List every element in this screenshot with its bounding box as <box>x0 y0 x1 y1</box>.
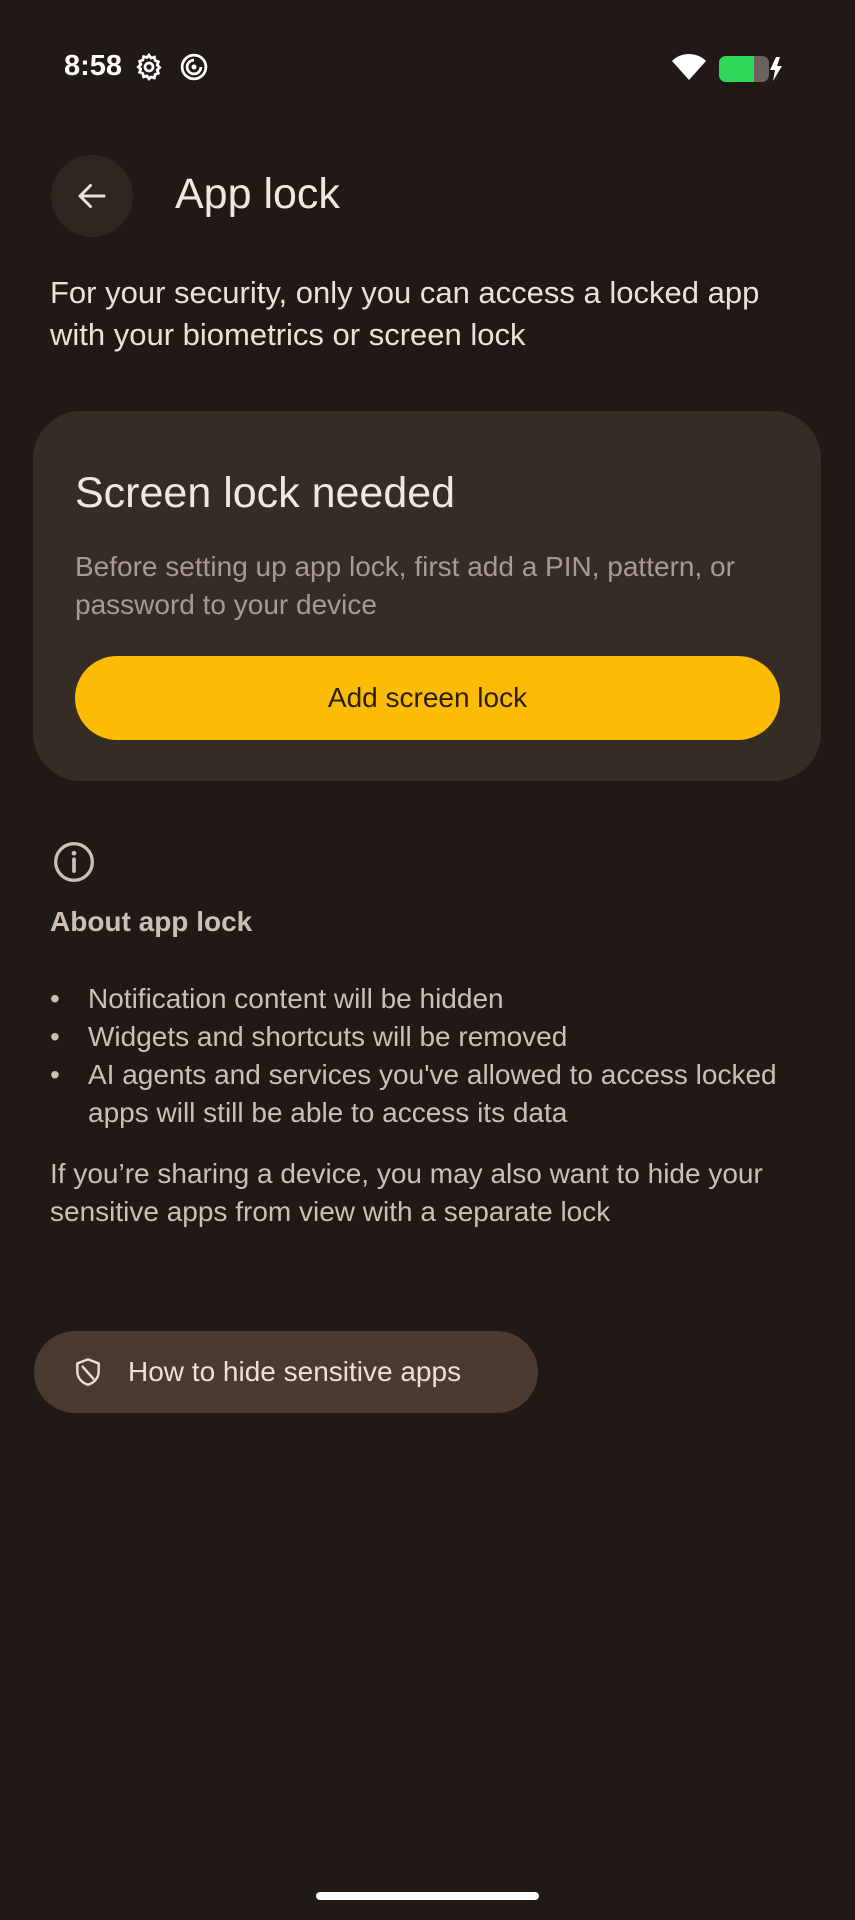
list-item: • Widgets and shortcuts will be removed <box>50 1018 810 1056</box>
sharing-note: If you’re sharing a device, you may also… <box>50 1158 763 1227</box>
list-item-text: AI agents and services you've allowed to… <box>88 1059 777 1128</box>
about-bullet-list: • Notification content will be hidden • … <box>50 980 810 1132</box>
intro-text: For your security, only you can access a… <box>50 275 760 352</box>
bullet-dot: • <box>50 1059 60 1090</box>
wifi-icon <box>670 52 708 87</box>
sync-icon <box>179 52 209 87</box>
battery-charging-icon <box>718 54 784 89</box>
bullet-dot: • <box>50 983 60 1014</box>
status-time: 8:58 <box>64 50 123 82</box>
hide-sensitive-apps-label: How to hide sensitive apps <box>128 1356 462 1387</box>
add-screen-lock-button[interactable]: Add screen lock <box>75 656 780 740</box>
bullet-dot: • <box>50 1021 60 1052</box>
list-item-text: Notification content will be hidden <box>88 983 504 1014</box>
about-title: About app lock <box>50 906 253 937</box>
list-item: • Notification content will be hidden <box>50 980 810 1018</box>
page-title: App lock <box>175 170 340 218</box>
card-title: Screen lock needed <box>75 469 456 517</box>
gear-icon <box>134 52 164 87</box>
arrow-back-icon <box>78 184 106 208</box>
hide-sensitive-apps-button[interactable]: How to hide sensitive apps <box>34 1331 538 1413</box>
list-item: • AI agents and services you've allowed … <box>50 1056 810 1132</box>
shield-icon <box>72 1356 104 1388</box>
list-item-text: Widgets and shortcuts will be removed <box>88 1021 568 1052</box>
status-bar: 8:58 <box>0 0 855 140</box>
back-button[interactable] <box>51 155 133 237</box>
home-indicator[interactable] <box>316 1892 539 1900</box>
card-description: Before setting up app lock, first add a … <box>75 551 735 620</box>
screen-lock-card: Screen lock needed Before setting up app… <box>33 411 821 781</box>
info-icon <box>52 840 96 889</box>
